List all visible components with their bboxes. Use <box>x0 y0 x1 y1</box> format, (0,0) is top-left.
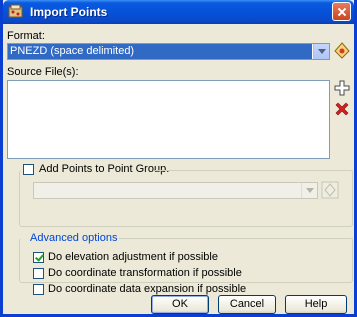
title-bar[interactable]: Import Points <box>3 0 354 24</box>
dialog-title: Import Points <box>30 5 108 19</box>
coordinate-transformation-label: Do coordinate transformation if possible <box>48 267 242 279</box>
close-button[interactable] <box>332 2 351 21</box>
format-selected-value: PNEZD (space delimited) <box>8 44 312 59</box>
ok-button[interactable]: OK <box>151 295 209 314</box>
source-files-label: Source File(s): <box>7 66 79 78</box>
elevation-adjustment-label: Do elevation adjustment if possible <box>48 251 218 263</box>
elevation-adjustment-checkbox[interactable] <box>33 252 44 263</box>
format-select[interactable]: PNEZD (space delimited) <box>7 43 330 60</box>
point-group-selected-value <box>34 183 36 198</box>
add-file-icon[interactable] <box>333 79 351 97</box>
coordinate-transformation-checkbox[interactable] <box>33 268 44 279</box>
import-points-icon <box>8 4 24 19</box>
cancel-button[interactable]: Cancel <box>218 295 276 314</box>
point-group-icon[interactable] <box>321 181 339 199</box>
point-file-format-icon[interactable] <box>333 42 351 60</box>
advanced-options-legend: Advanced options <box>28 232 120 244</box>
coordinate-expansion-label: Do coordinate data expansion if possible <box>48 283 247 295</box>
import-points-dialog: Import Points Format: PNEZD (space delim… <box>0 0 357 317</box>
divider <box>155 170 353 171</box>
divider <box>119 238 353 239</box>
remove-file-icon[interactable] <box>333 101 351 119</box>
chevron-down-icon[interactable] <box>301 183 317 198</box>
format-label: Format: <box>7 30 45 42</box>
coordinate-expansion-checkbox[interactable] <box>33 284 44 295</box>
source-files-list[interactable] <box>7 80 330 159</box>
point-group-select[interactable] <box>33 182 318 199</box>
help-button[interactable]: Help <box>285 295 347 314</box>
chevron-down-icon[interactable] <box>313 44 329 59</box>
